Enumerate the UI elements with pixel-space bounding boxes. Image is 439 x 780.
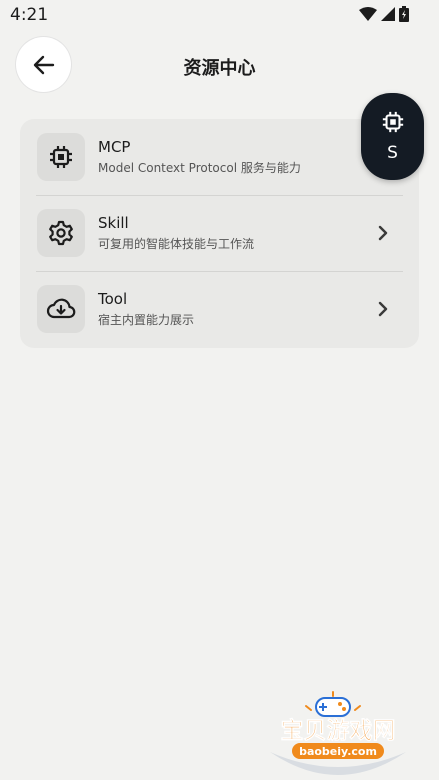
floating-skill-button[interactable]: S [361,93,424,180]
list-item-tool[interactable]: Tool 宿主内置能力展示 [36,271,403,347]
watermark-url: baobeiy.com [299,745,377,758]
chip-icon [382,111,403,133]
status-bar: 4:21 [0,0,439,30]
resource-list: MCP Model Context Protocol 服务与能力 Skill 可… [20,119,419,348]
cloud-download-icon [37,285,85,333]
wifi-icon [359,7,377,21]
watermark-name: 宝贝游戏网 [281,717,396,744]
item-subtitle: 可复用的智能体技能与工作流 [98,237,255,251]
chevron-right-icon [378,301,388,317]
status-time: 4:21 [10,5,49,25]
item-title: MCP [98,138,131,156]
watermark-logo: 宝贝游戏网 baobeiy.com [270,691,406,775]
list-item-mcp[interactable]: MCP Model Context Protocol 服务与能力 [36,119,403,195]
battery-icon [399,6,409,22]
item-subtitle: 宿主内置能力展示 [98,313,195,327]
list-item-skill[interactable]: Skill 可复用的智能体技能与工作流 [36,195,403,271]
chip-icon [37,133,85,181]
item-subtitle: Model Context Protocol 服务与能力 [98,161,301,175]
gear-icon [37,209,85,257]
signal-icon [381,7,395,21]
item-title: Tool [98,290,128,308]
fab-label: S [387,143,398,163]
status-icons [359,6,409,22]
page-title: 资源中心 [183,58,256,79]
item-title: Skill [98,214,129,232]
chevron-right-icon [378,225,388,241]
gamepad-icon [315,697,351,717]
